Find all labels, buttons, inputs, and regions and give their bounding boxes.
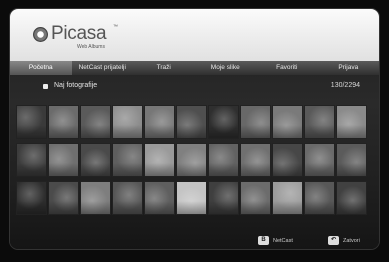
photo-thumbnail[interactable] [176, 181, 207, 215]
footer-hints: B NetCast ↶ Zatvori [10, 232, 379, 249]
photo-thumbnail[interactable] [336, 105, 367, 139]
section-header: Naj fotografije 130/2294 [40, 82, 360, 94]
photo-thumbnail[interactable] [16, 143, 47, 177]
nav-item-trazi[interactable]: Traži [133, 61, 195, 75]
nav-item-prijava[interactable]: Prijava [318, 61, 380, 75]
photo-thumbnail[interactable] [272, 181, 303, 215]
photo-thumbnail[interactable] [144, 143, 175, 177]
photo-thumbnail[interactable] [208, 181, 239, 215]
blue-b-button-icon: B [258, 236, 269, 245]
photo-thumbnail[interactable] [144, 181, 175, 215]
back-arrow-icon: ↶ [328, 236, 339, 245]
photo-thumbnail[interactable] [112, 181, 143, 215]
photo-thumbnail[interactable] [176, 143, 207, 177]
photo-thumbnail[interactable] [144, 105, 175, 139]
photo-thumbnail[interactable] [272, 105, 303, 139]
nav-item-netcast-prijatelji[interactable]: NetCast prijatelji [72, 61, 134, 75]
netcast-label: NetCast [273, 237, 293, 244]
nav-item-moje-slike[interactable]: Moje slike [195, 61, 257, 75]
main-nav: Početna NetCast prijatelji Traži Moje sl… [10, 61, 379, 75]
photo-grid [16, 105, 373, 219]
logo-text: Picasa [51, 23, 107, 44]
nav-item-pocetna[interactable]: Početna [10, 61, 72, 75]
photo-thumbnail[interactable] [48, 143, 79, 177]
photo-thumbnail[interactable] [272, 143, 303, 177]
photo-thumbnail[interactable] [240, 105, 271, 139]
nav-item-favoriti[interactable]: Favoriti [256, 61, 318, 75]
photo-count: 130/2294 [330, 82, 360, 89]
back-hint[interactable]: ↶ Zatvori [328, 236, 360, 245]
logo-trademark: ™ [113, 24, 118, 30]
photo-thumbnail[interactable] [80, 143, 111, 177]
photo-thumbnail[interactable] [304, 105, 335, 139]
section-title: Naj fotografije [54, 82, 98, 89]
photo-thumbnail[interactable] [16, 181, 47, 215]
header: Picasa ™ Web Albums [10, 9, 379, 61]
picasa-screen: Picasa ™ Web Albums Početna NetCast prij… [10, 9, 379, 249]
photo-thumbnail[interactable] [16, 105, 47, 139]
photo-thumbnail[interactable] [48, 181, 79, 215]
photo-thumbnail[interactable] [304, 181, 335, 215]
picasa-logo-icon [33, 27, 48, 42]
photo-thumbnail[interactable] [208, 143, 239, 177]
photo-thumbnail[interactable] [48, 105, 79, 139]
photo-thumbnail[interactable] [336, 181, 367, 215]
photo-thumbnail[interactable] [80, 105, 111, 139]
square-icon [43, 84, 48, 89]
photo-thumbnail[interactable] [304, 143, 335, 177]
photo-thumbnail[interactable] [336, 143, 367, 177]
photo-thumbnail[interactable] [240, 143, 271, 177]
photo-thumbnail[interactable] [112, 143, 143, 177]
photo-thumbnail[interactable] [208, 105, 239, 139]
netcast-hint[interactable]: B NetCast [258, 236, 293, 245]
photo-thumbnail[interactable] [240, 181, 271, 215]
logo-subtitle: Web Albums [77, 44, 105, 50]
photo-thumbnail[interactable] [112, 105, 143, 139]
photo-thumbnail[interactable] [80, 181, 111, 215]
back-label: Zatvori [343, 237, 360, 244]
photo-thumbnail[interactable] [176, 105, 207, 139]
